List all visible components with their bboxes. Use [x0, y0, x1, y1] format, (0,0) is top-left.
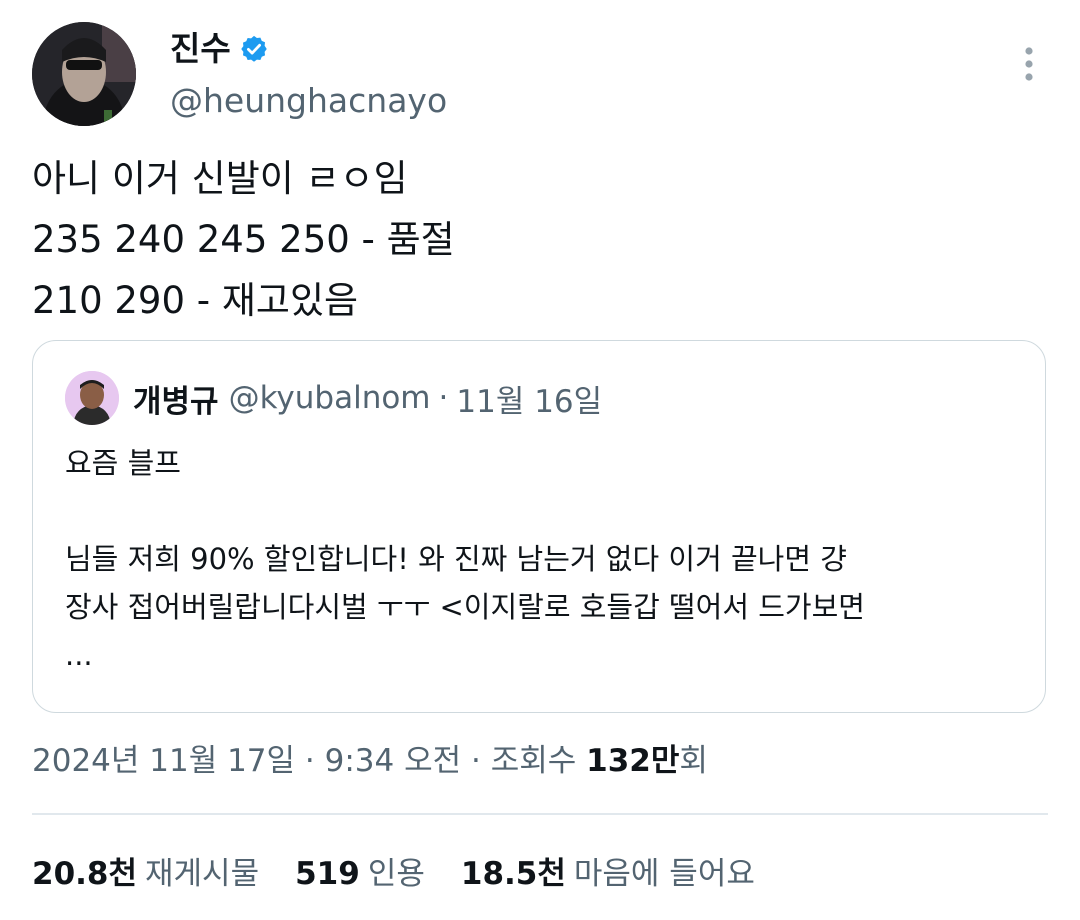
quoted-tweet-header: 개병규 @kyubalnom · 11월 16일 [65, 371, 602, 425]
engagement-stats: 20.8천 재게시물 519 인용 18.5천 마음에 들어요 [32, 848, 791, 900]
quoted-text-line: 요즘 블프 [65, 446, 181, 480]
quoted-tweet-text: 요즘 블프 님들 저희 90% 할인합니다! 와 진짜 남는거 없다 이거 끝나… [65, 439, 1015, 679]
tweet-text-line: 210 290 - 재고있음 [32, 279, 359, 322]
meta-separator: · [295, 743, 325, 779]
reposts-count: 20.8천 [32, 856, 138, 892]
tweet-text-line: 235 240 245 250 - 품절 [32, 218, 455, 261]
author-avatar[interactable] [32, 22, 136, 126]
quoted-text-blank-line [65, 487, 1015, 535]
quoted-author-handle: @kyubalnom [228, 380, 431, 416]
quoted-text-line: 장사 접어버릴랍니다시벌 ㅜㅜ <이지랄로 호들갑 떨어서 드가보면 [65, 590, 865, 624]
meta-separator: · [461, 743, 491, 779]
verified-badge-icon [239, 34, 269, 64]
divider [32, 813, 1048, 815]
author-handle[interactable]: @heunghacnayo [170, 78, 447, 124]
tweet-time[interactable]: 9:34 오전 [325, 743, 462, 779]
quoted-text-line: 님들 저희 90% 할인합니다! 와 진짜 남는거 없다 이거 끝나면 걍 [65, 542, 847, 576]
tweet-text: 아니 이거 신발이 ㄹㅇ임 235 240 245 250 - 품절 210 2… [32, 148, 1048, 331]
quotes-count: 519 [295, 856, 360, 892]
tweet-date[interactable]: 2024년 11월 17일 [32, 743, 295, 779]
quoted-author-avatar [65, 371, 119, 425]
tweet-meta: 2024년 11월 17일 · 9:34 오전 · 조회수 132만회 [32, 736, 708, 786]
likes-count: 18.5천 [460, 856, 566, 892]
reposts-label: 재게시물 [145, 856, 260, 892]
separator-dot: · [438, 380, 449, 416]
author-names: 진수 @heunghacnayo [170, 26, 447, 124]
stat-quotes[interactable]: 519 인용 [295, 848, 425, 900]
likes-label: 마음에 들어요 [573, 856, 755, 892]
stat-reposts[interactable]: 20.8천 재게시물 [32, 848, 259, 900]
more-vertical-icon[interactable] [1014, 44, 1044, 84]
views-suffix: 회 [679, 743, 708, 779]
display-name-row: 진수 [170, 26, 447, 72]
quotes-label: 인용 [367, 856, 425, 892]
quoted-text-ellipsis: ... [65, 638, 93, 672]
quoted-tweet-date: 11월 16일 [456, 383, 603, 420]
quoted-author-display-name: 개병규 [133, 383, 219, 420]
views-label: 조회수 [490, 743, 587, 779]
tweet-text-line: 아니 이거 신발이 ㄹㅇ임 [32, 157, 408, 200]
author-display-name[interactable]: 진수 [170, 26, 231, 72]
quoted-tweet-card[interactable]: 개병규 @kyubalnom · 11월 16일 요즘 블프 님들 저희 90%… [32, 340, 1046, 713]
views-count: 132만 [586, 743, 680, 779]
stat-likes[interactable]: 18.5천 마음에 들어요 [461, 848, 755, 900]
tweet-header: 진수 @heunghacnayo [32, 22, 1048, 126]
